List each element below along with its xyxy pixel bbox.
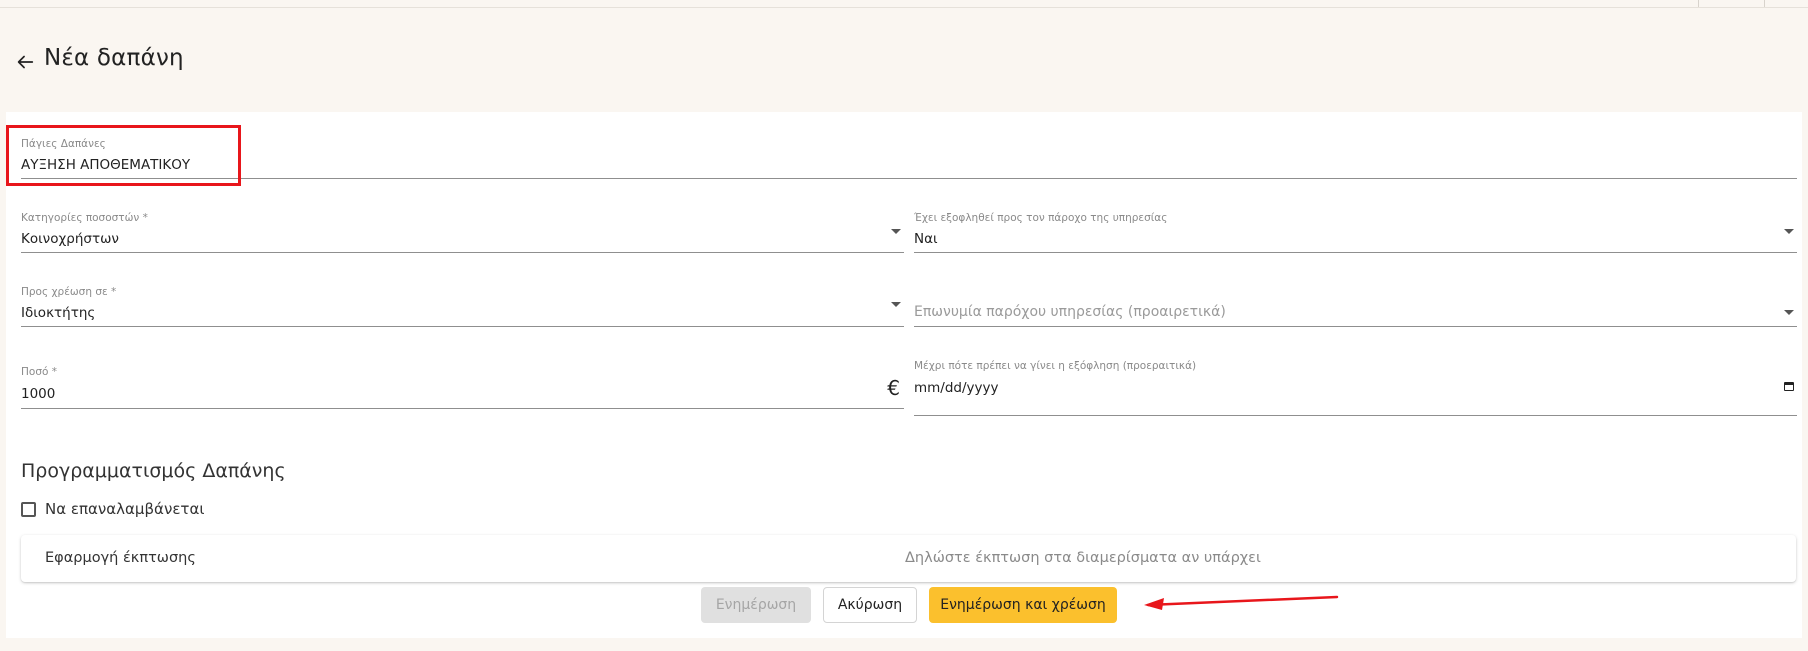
percentage-category-value: Κοινοχρήστων <box>21 231 119 247</box>
paid-to-provider-label: Έχει εξοφληθεί προς τον πάροχο της υπηρε… <box>914 212 1168 224</box>
chevron-down-icon <box>891 302 901 307</box>
due-date-label: Μέχρι πότε πρέπει να γίνει η εξόφληση (π… <box>914 360 1197 372</box>
field-underline <box>914 326 1797 327</box>
fixed-expenses-field[interactable]: Πάγιες Δαπάνες ΑΥΞΗΣΗ ΑΠΟΘΕΜΑΤΙΚΟΥ <box>21 138 1797 180</box>
charge-to-value: Ιδιοκτήτης <box>21 305 96 321</box>
top-bar-divider <box>1764 0 1765 7</box>
due-date-value: mm/dd/yyyy <box>914 380 999 396</box>
repeat-checkbox-row[interactable]: Να επαναλαμβάνεται <box>21 500 204 518</box>
provider-name-select[interactable]: Επωνυμία παρόχου υπηρεσίας (προαιρετικά) <box>914 286 1797 328</box>
chevron-down-icon <box>891 229 901 234</box>
chevron-down-icon <box>1784 310 1794 315</box>
amount-input[interactable]: Ποσό * 1000 € <box>21 366 904 410</box>
charge-to-select[interactable]: Προς χρέωση σε * Ιδιοκτήτης <box>21 286 904 328</box>
percentage-category-select[interactable]: Κατηγορίες ποσοστών * Κοινοχρήστων <box>21 212 904 254</box>
page-title: Νέα δαπάνη <box>44 45 184 71</box>
charge-to-label: Προς χρέωση σε * <box>21 286 117 298</box>
back-arrow-icon[interactable] <box>14 51 36 73</box>
field-underline <box>21 326 904 327</box>
update-button[interactable]: Ενημέρωση <box>701 587 811 623</box>
discount-panel[interactable]: Εφαρμογή έκπτωσης Δηλώστε έκπτωση στα δι… <box>21 535 1796 582</box>
annotation-highlight-box <box>6 125 241 186</box>
calendar-icon[interactable] <box>1784 382 1794 391</box>
amount-value: 1000 <box>21 386 56 402</box>
field-underline <box>21 408 904 409</box>
field-underline <box>21 178 1797 179</box>
field-underline <box>914 415 1797 416</box>
repeat-checkbox-label: Να επαναλαμβάνεται <box>45 500 205 518</box>
provider-name-placeholder: Επωνυμία παρόχου υπηρεσίας (προαιρετικά) <box>914 304 1226 320</box>
due-date-input[interactable]: Μέχρι πότε πρέπει να γίνει η εξόφληση (π… <box>914 360 1797 416</box>
scheduling-title: Προγραμματισμός Δαπάνης <box>21 460 286 482</box>
repeat-checkbox[interactable] <box>21 501 36 517</box>
discount-hint: Δηλώστε έκπτωση στα διαμερίσματα αν υπάρ… <box>905 550 1261 566</box>
euro-icon: € <box>887 376 900 400</box>
update-and-charge-button[interactable]: Ενημέρωση και χρέωση <box>929 587 1117 623</box>
annotation-arrow-icon <box>1144 595 1339 610</box>
top-bar <box>0 0 1808 8</box>
paid-to-provider-value: Ναι <box>914 231 938 247</box>
field-underline <box>914 252 1797 253</box>
page-header: Νέα δαπάνη <box>14 38 184 78</box>
discount-label: Εφαρμογή έκπτωσης <box>45 550 196 566</box>
field-underline <box>21 252 904 253</box>
cancel-button[interactable]: Ακύρωση <box>823 587 917 623</box>
amount-label: Ποσό * <box>21 366 57 378</box>
paid-to-provider-select[interactable]: Έχει εξοφληθεί προς τον πάροχο της υπηρε… <box>914 212 1797 254</box>
percentage-category-label: Κατηγορίες ποσοστών * <box>21 212 148 224</box>
chevron-down-icon <box>1784 229 1794 234</box>
top-bar-divider <box>1698 0 1699 7</box>
